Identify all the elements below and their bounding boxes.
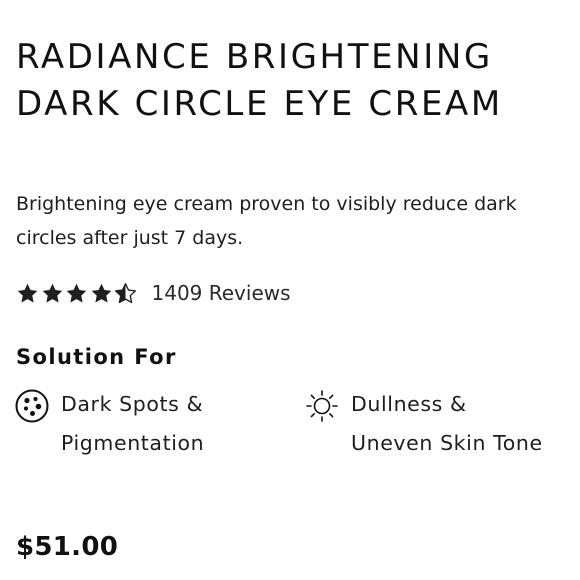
dark-spots-icon — [15, 389, 49, 423]
star-full-icon — [66, 283, 87, 303]
product-title: RADIANCE BRIGHTENING DARK CIRCLE EYE CRE… — [16, 37, 503, 124]
star-full-icon — [17, 283, 38, 303]
star-rating[interactable] — [16, 282, 139, 304]
solution-item-dullness: Dullness & Uneven Skin Tone — [304, 385, 551, 463]
product-description: Brightening eye cream proven to visibly … — [16, 193, 517, 249]
sun-icon — [306, 390, 338, 422]
solution-label: Dark Spots & Pigmentation — [61, 392, 205, 455]
star-full-icon — [91, 283, 111, 303]
solution-for-heading: Solution For — [16, 345, 177, 369]
product-price: $51.00 — [16, 532, 119, 562]
solution-item-dark-spots: Dark Spots & Pigmentation — [14, 385, 281, 463]
solution-label: Dullness & Uneven Skin Tone — [351, 392, 543, 455]
star-full-icon — [42, 283, 62, 303]
reviews-link[interactable]: 1409 Reviews — [152, 281, 291, 305]
rating-row[interactable]: 1409 Reviews — [16, 276, 291, 310]
star-half-icon — [114, 283, 137, 304]
